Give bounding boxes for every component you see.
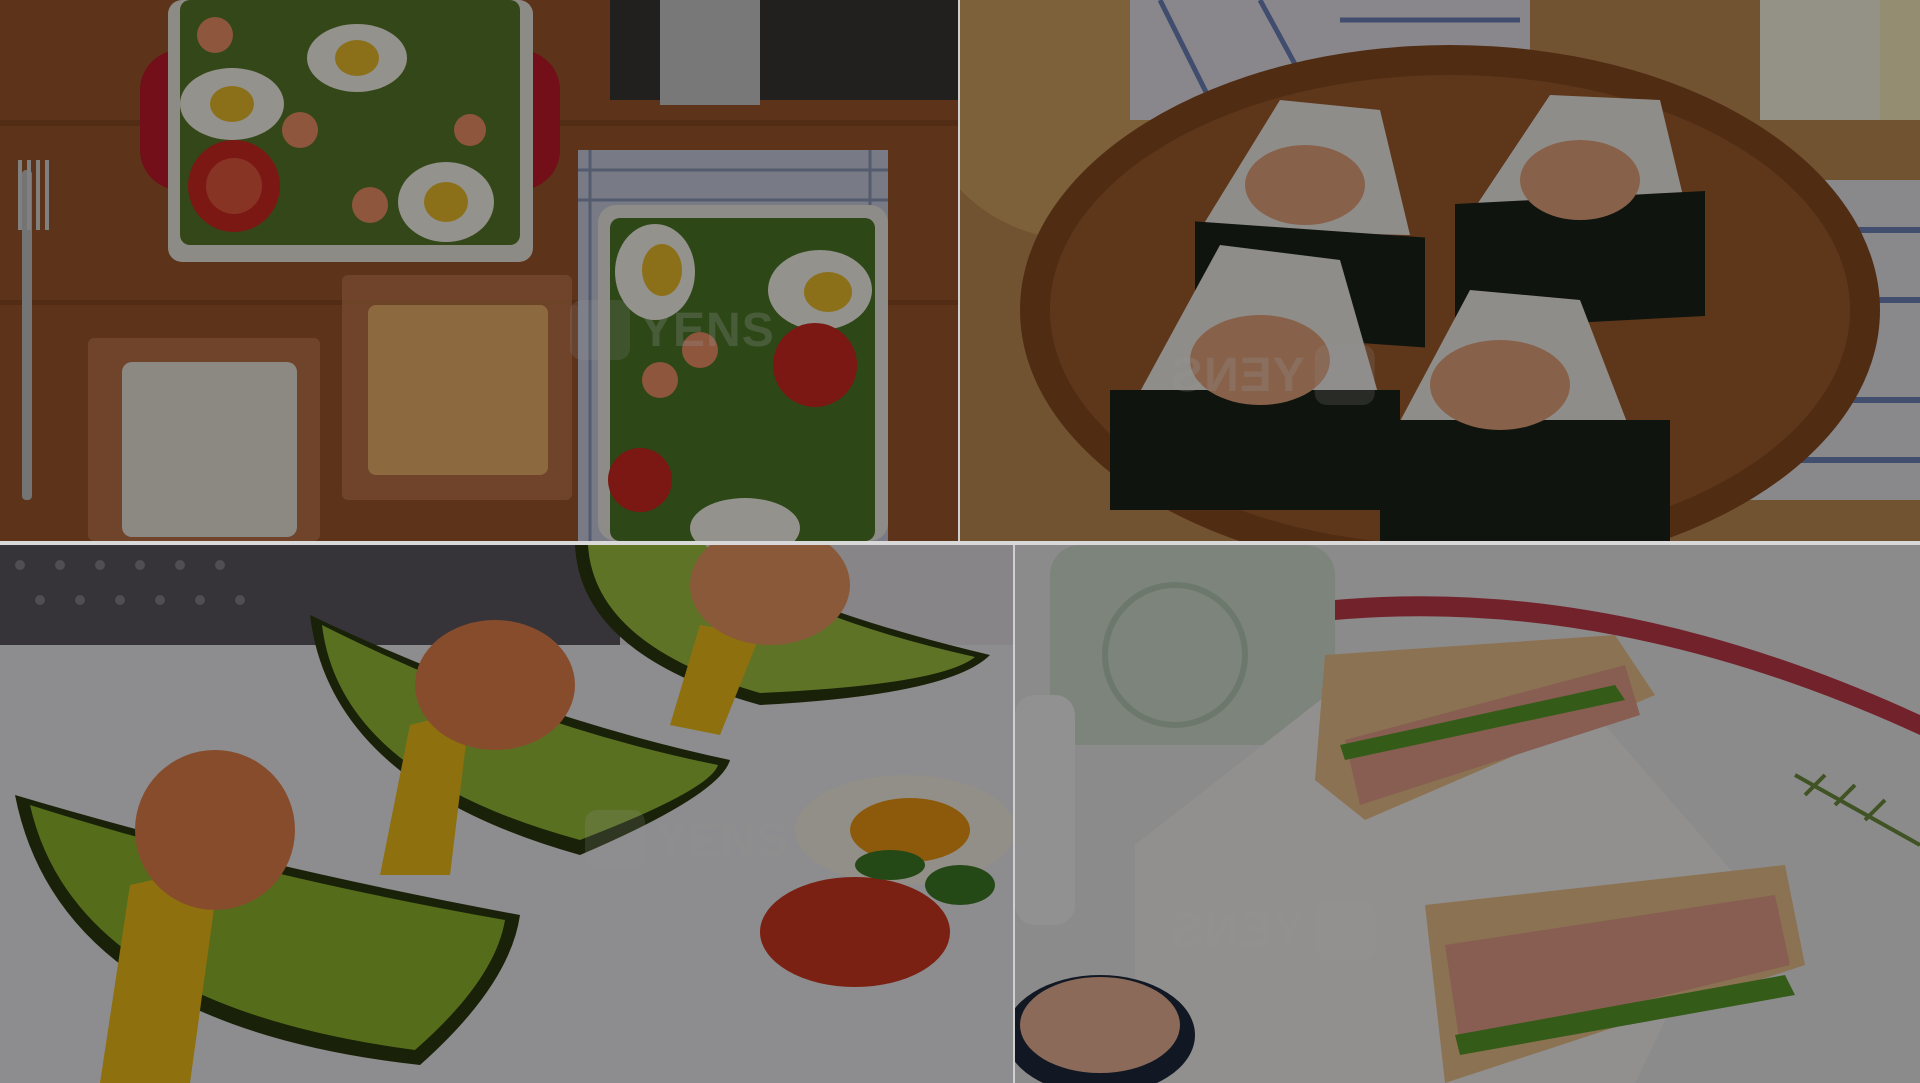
crab-sandwich-photo: YENS [1015,545,1920,1083]
onigiri-plate-photo: YENS [960,0,1920,541]
salad-lunchbox-photo: YENS [0,0,960,541]
avocado-shrimp-photo: YENS [0,545,1015,1083]
